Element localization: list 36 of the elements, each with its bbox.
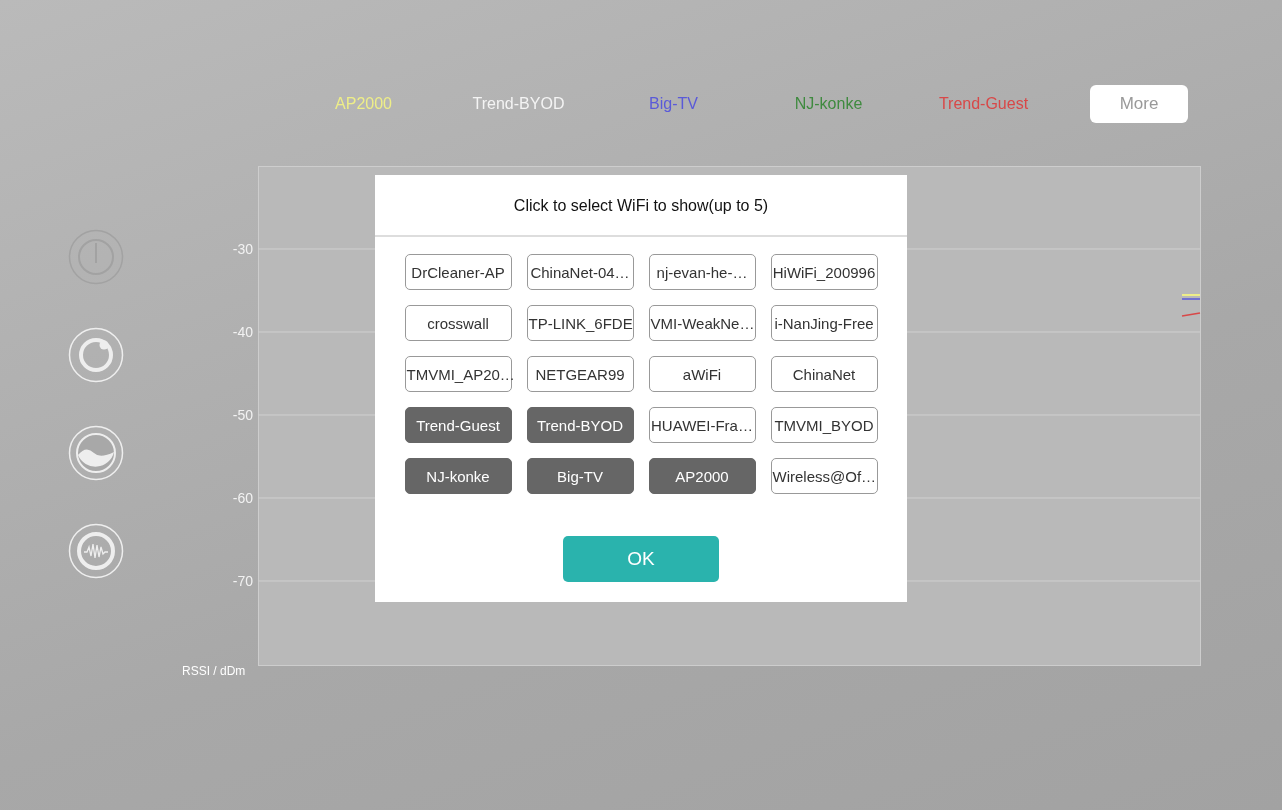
wifi-option[interactable]: Wireless@Of…	[770, 458, 878, 494]
wifi-option[interactable]: TP-LINK_6FDE	[526, 305, 634, 341]
legend-label: AP2000	[334, 95, 393, 113]
axis-tick-label: -60	[232, 490, 253, 506]
axis-tick-label: -40	[232, 324, 253, 340]
wifi-option[interactable]: nj-evan-he-…	[648, 254, 756, 290]
wifi-option[interactable]: Trend-BYOD	[526, 407, 634, 443]
legend-label: Big-TV	[648, 95, 699, 113]
wifi-option[interactable]: TMVMI_AP20…	[404, 356, 512, 392]
legend-label: Trend-Guest	[937, 95, 1030, 113]
wifi-option[interactable]: HiWiFi_200996	[770, 254, 878, 290]
wifi-option[interactable]: ChinaNet-04…	[526, 254, 634, 290]
wifi-option[interactable]: TMVMI_BYOD	[770, 407, 878, 443]
legend-label: NJ-konke	[793, 95, 864, 113]
wifi-option[interactable]: AP2000	[648, 458, 756, 494]
ring-button[interactable]	[68, 327, 124, 383]
legend-label: Trend-BYOD	[471, 95, 566, 113]
wifi-option[interactable]: crosswall	[404, 305, 512, 341]
wifi-option[interactable]: HUAWEI-Fra…	[648, 407, 756, 443]
wave-button[interactable]	[68, 425, 124, 481]
wifi-option[interactable]: i-NanJing-Free	[770, 305, 878, 341]
axis-tick-label: -50	[232, 407, 253, 423]
pulse-button[interactable]	[68, 523, 124, 579]
wifi-option[interactable]: ChinaNet	[770, 356, 878, 392]
wifi-option[interactable]: VMI-WeakNe…	[648, 305, 756, 341]
wifi-option[interactable]: Trend-Guest	[404, 407, 512, 443]
wifi-option[interactable]: NJ-konke	[404, 458, 512, 494]
axis-tick-label: -70	[232, 573, 253, 589]
wifi-option[interactable]: Big-TV	[526, 458, 634, 494]
axis-label: RSSI / dDm	[182, 664, 246, 678]
wifi-option[interactable]: DrCleaner-AP	[404, 254, 512, 290]
dialog-title: Click to select WiFi to show(up to 5)	[375, 175, 907, 237]
signal-lines-drawing	[1181, 294, 1201, 317]
wifi-option[interactable]: NETGEAR99	[526, 356, 634, 392]
axis-tick-label: -30	[232, 241, 253, 257]
wifi-option[interactable]: aWiFi	[648, 356, 756, 392]
